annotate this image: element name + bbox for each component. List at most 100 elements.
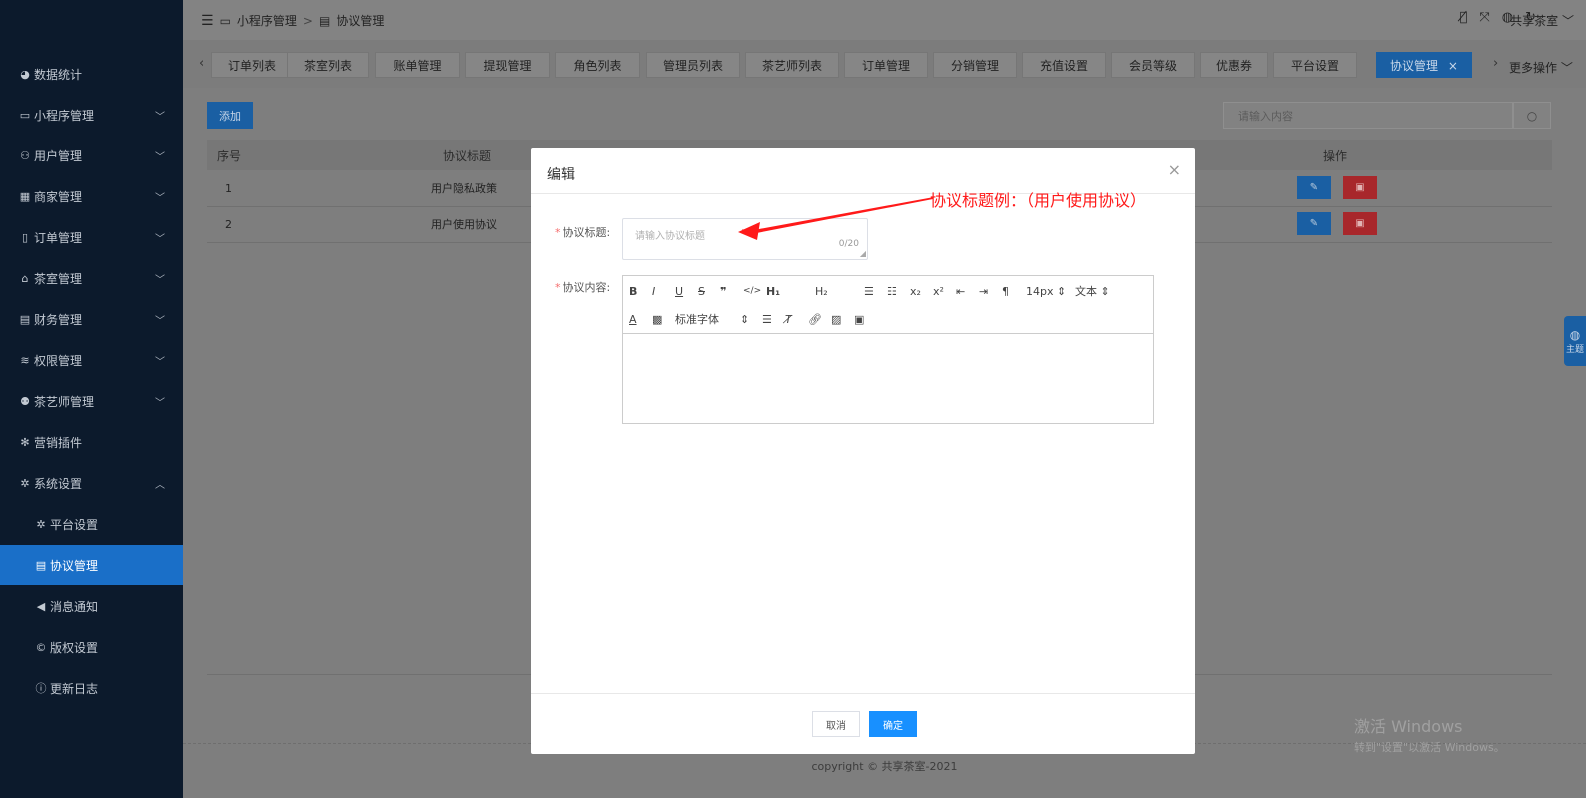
editor-body[interactable] bbox=[623, 334, 1153, 423]
top-bar: ☰ ▭ 小程序管理 > ▤ 协议管理 🎙̸ ⤧ ◍ ↻ 共享茶室 ﹀ bbox=[183, 0, 1586, 40]
bullet-list-icon[interactable]: ☷ bbox=[887, 282, 897, 300]
annotation-text: 协议标题例：（用户使用协议） bbox=[930, 191, 1147, 210]
edit-button[interactable]: ✎ bbox=[1297, 212, 1331, 235]
breadcrumb: ☰ ▭ 小程序管理 > ▤ 协议管理 bbox=[201, 12, 384, 29]
sidebar-item-merchants[interactable]: ▦ 商家管理 ﹀ bbox=[0, 176, 183, 216]
tabs-scroll-right[interactable]: › bbox=[1493, 56, 1498, 71]
mic-off-icon[interactable]: 🎙̸ bbox=[1460, 10, 1468, 25]
cancel-button[interactable]: 取消 bbox=[812, 711, 860, 737]
edit-dialog: 编辑 × * 协议标题: 请输入协议标题 0/20 ◢ * 协议内容: B I U … bbox=[531, 148, 1195, 754]
close-icon[interactable]: × bbox=[1168, 160, 1181, 179]
confirm-button[interactable]: 确定 bbox=[869, 711, 917, 737]
ledger-icon: ▤ bbox=[19, 312, 31, 326]
blockquote-icon[interactable]: ❞ bbox=[720, 282, 726, 300]
link-icon[interactable]: 🔗︎ bbox=[808, 310, 822, 328]
image-icon[interactable]: ▨ bbox=[831, 310, 841, 328]
sidebar-item-marketing[interactable]: ✻ 营销插件 bbox=[0, 422, 183, 462]
tab-tearoom-list[interactable]: 茶室列表 bbox=[287, 52, 369, 78]
fullscreen-icon[interactable]: ⤧ bbox=[1479, 10, 1489, 25]
row-title: 用户隐私政策 bbox=[431, 182, 497, 195]
tab-agreements[interactable]: 协议管理 × bbox=[1376, 52, 1472, 78]
text-direction-icon[interactable]: ¶ bbox=[1002, 282, 1009, 300]
sidebar: ◕ 数据统计 ▭ 小程序管理 ﹀ ⚇ 用户管理 ﹀ ▦ 商家管理 ﹀ ▯ 订单管理 ﹀ ⌂ 茶室管理… bbox=[0, 0, 183, 798]
more-actions-dropdown[interactable]: 更多操作 ﹀ bbox=[1509, 59, 1573, 76]
strikethrough-icon[interactable]: S bbox=[698, 282, 705, 300]
superscript-icon[interactable]: x² bbox=[933, 282, 944, 300]
settings-icon: ✲ bbox=[20, 476, 30, 490]
subscript-icon[interactable]: x₂ bbox=[910, 282, 921, 300]
trash-icon: ▣ bbox=[1355, 218, 1365, 229]
tab-roles[interactable]: 角色列表 bbox=[555, 52, 640, 78]
delete-button[interactable]: ▣ bbox=[1343, 176, 1377, 199]
database-icon: ≋ bbox=[20, 353, 30, 367]
edit-button[interactable]: ✎ bbox=[1297, 176, 1331, 199]
header-actions: 操作 bbox=[1323, 148, 1348, 163]
sidebar-item-finance[interactable]: ▤ 财务管理 ﹀ bbox=[0, 299, 183, 339]
sidebar-item-orders[interactable]: ▯ 订单管理 ﹀ bbox=[0, 217, 183, 257]
tab-member-levels[interactable]: 会员等级 bbox=[1111, 52, 1195, 78]
tab-bills[interactable]: 账单管理 bbox=[375, 52, 460, 78]
trash-icon: ▣ bbox=[1355, 182, 1365, 193]
tab-admins[interactable]: 管理员列表 bbox=[646, 52, 740, 78]
info-circle-icon: ⓘ bbox=[35, 682, 47, 695]
delete-button[interactable]: ▣ bbox=[1343, 212, 1377, 235]
italic-icon[interactable]: I bbox=[652, 282, 655, 300]
search-button[interactable]: ○ bbox=[1513, 102, 1551, 129]
pencil-icon: ✎ bbox=[1309, 218, 1319, 229]
sidebar-item-tearoom[interactable]: ⌂ 茶室管理 ﹀ bbox=[0, 258, 183, 298]
video-icon[interactable]: ▣ bbox=[854, 310, 864, 328]
watermark-line2: 转到"设置"以激活 Windows。 bbox=[1354, 741, 1505, 754]
bold-icon[interactable]: B bbox=[629, 282, 637, 300]
close-icon[interactable]: × bbox=[1448, 59, 1458, 73]
resize-handle-icon[interactable]: ◢ bbox=[860, 250, 866, 258]
font-color-icon[interactable]: A bbox=[629, 310, 637, 328]
indent-icon[interactable]: ⇥ bbox=[979, 282, 988, 300]
outdent-icon[interactable]: ⇤ bbox=[956, 282, 965, 300]
palette-icon: ◍ bbox=[1569, 327, 1581, 342]
sidebar-subitem-agreements[interactable]: ▤ 协议管理 bbox=[0, 545, 183, 585]
tab-orders[interactable]: 订单管理 bbox=[844, 52, 928, 78]
font-size-value: 14px bbox=[1026, 284, 1054, 298]
required-mark: * bbox=[555, 226, 561, 239]
code-icon[interactable]: </> bbox=[743, 282, 761, 300]
user-menu[interactable]: 共享茶室 ﹀ bbox=[1510, 12, 1574, 29]
underline-icon[interactable]: U bbox=[675, 282, 683, 300]
font-size-select[interactable]: 14px ⇕ bbox=[1026, 282, 1066, 300]
heading2-icon[interactable]: H₂ bbox=[815, 282, 828, 300]
align-icon[interactable]: ☰ bbox=[762, 310, 772, 328]
tab-recharge[interactable]: 充值设置 bbox=[1022, 52, 1106, 78]
sidebar-item-data-stats[interactable]: ◕ 数据统计 bbox=[0, 54, 183, 94]
sidebar-subitem-copyright[interactable]: © 版权设置 bbox=[0, 627, 183, 667]
add-button[interactable]: 添加 bbox=[207, 102, 253, 129]
sidebar-item-users[interactable]: ⚇ 用户管理 ﹀ bbox=[0, 135, 183, 175]
ordered-list-icon[interactable]: ☰ bbox=[864, 282, 874, 300]
sidebar-subitem-platform[interactable]: ✲ 平台设置 bbox=[0, 504, 183, 544]
breadcrumb-separator: > bbox=[302, 13, 313, 28]
title-textarea[interactable]: 请输入协议标题 0/20 ◢ bbox=[622, 218, 868, 260]
search-input[interactable]: 请输入内容 bbox=[1223, 102, 1513, 129]
font-family-value: 标准字体 bbox=[675, 313, 719, 326]
sidebar-item-miniprogram[interactable]: ▭ 小程序管理 ﹀ bbox=[0, 95, 183, 135]
row-title: 用户使用协议 bbox=[431, 218, 497, 231]
tabs-scroll-left[interactable]: ‹ bbox=[199, 56, 204, 71]
heading1-icon[interactable]: H₁ bbox=[766, 282, 780, 300]
tab-tea-artists[interactable]: 茶艺师列表 bbox=[745, 52, 839, 78]
tab-order-list[interactable]: 订单列表 bbox=[211, 52, 293, 78]
clear-format-icon[interactable]: T̸ bbox=[785, 310, 792, 328]
sidebar-item-tea-artists[interactable]: ⚉ 茶艺师管理 ﹀ bbox=[0, 381, 183, 421]
tab-withdrawals[interactable]: 提现管理 bbox=[465, 52, 550, 78]
gear-icon: ✻ bbox=[20, 435, 30, 449]
theme-button[interactable]: ◍ 主题 bbox=[1564, 316, 1586, 366]
sidebar-subitem-changelog[interactable]: ⓘ 更新日志 bbox=[0, 668, 183, 708]
sidebar-item-system-settings[interactable]: ✲ 系统设置 ︿ bbox=[0, 463, 183, 503]
font-family-select[interactable]: 标准字体 ⇕ bbox=[675, 310, 749, 328]
breadcrumb-item[interactable]: 小程序管理 bbox=[237, 12, 297, 29]
tab-coupons[interactable]: 优惠券 bbox=[1200, 52, 1268, 78]
tab-platform[interactable]: 平台设置 bbox=[1273, 52, 1357, 78]
background-color-icon[interactable]: ▩ bbox=[652, 310, 662, 328]
tab-distribution[interactable]: 分销管理 bbox=[933, 52, 1017, 78]
menu-toggle-icon[interactable]: ☰ bbox=[201, 13, 214, 29]
format-select[interactable]: 文本 ⇕ bbox=[1075, 282, 1110, 300]
sidebar-item-permissions[interactable]: ≋ 权限管理 ﹀ bbox=[0, 340, 183, 380]
sidebar-subitem-notifications[interactable]: ◀ 消息通知 bbox=[0, 586, 183, 626]
